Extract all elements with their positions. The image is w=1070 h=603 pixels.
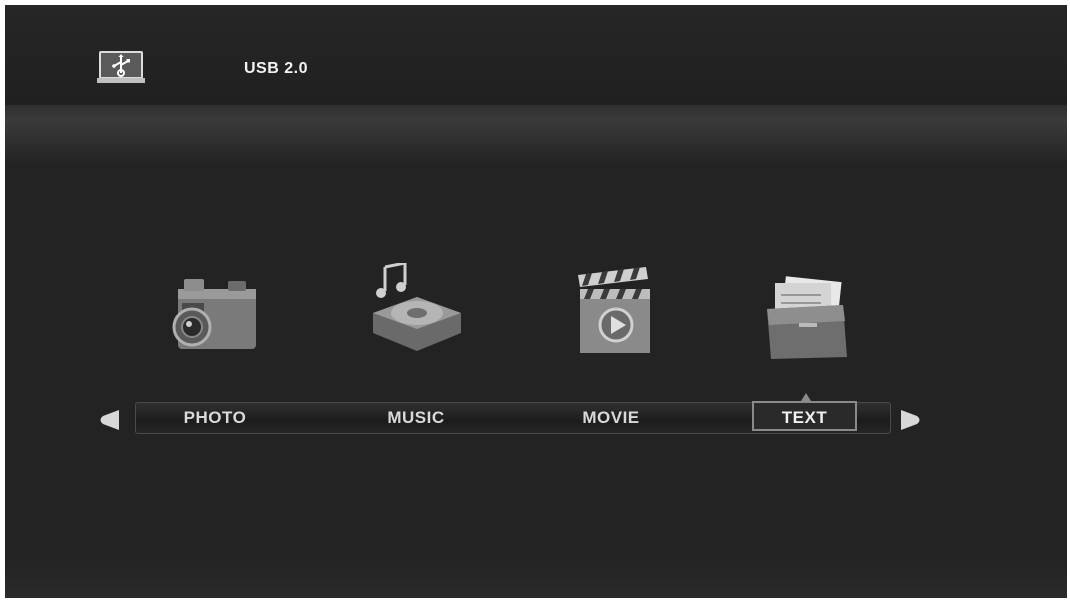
arrow-left-icon[interactable] — [97, 408, 121, 432]
menu-item-music[interactable]: MUSIC — [366, 406, 466, 430]
device-label: USB 2.0 — [244, 60, 308, 77]
selection-pointer-icon — [801, 393, 811, 401]
arrow-right-icon[interactable] — [899, 408, 923, 432]
music-player-icon[interactable] — [371, 263, 463, 353]
menu-item-photo[interactable]: PHOTO — [165, 406, 265, 430]
document-folder-icon[interactable] — [765, 275, 849, 361]
media-screen: USB 2.0 PHOTO MUSIC MOVIE TEXT — [5, 5, 1067, 598]
header-bar — [5, 5, 1067, 109]
menu-item-text[interactable]: TEXT — [752, 401, 857, 431]
camera-icon[interactable] — [170, 267, 258, 353]
header-divider — [5, 105, 1067, 165]
clapperboard-icon[interactable] — [576, 267, 652, 357]
usb-drive-icon — [97, 51, 145, 83]
footer-bar — [5, 558, 1067, 598]
menu-item-movie[interactable]: MOVIE — [561, 406, 661, 430]
